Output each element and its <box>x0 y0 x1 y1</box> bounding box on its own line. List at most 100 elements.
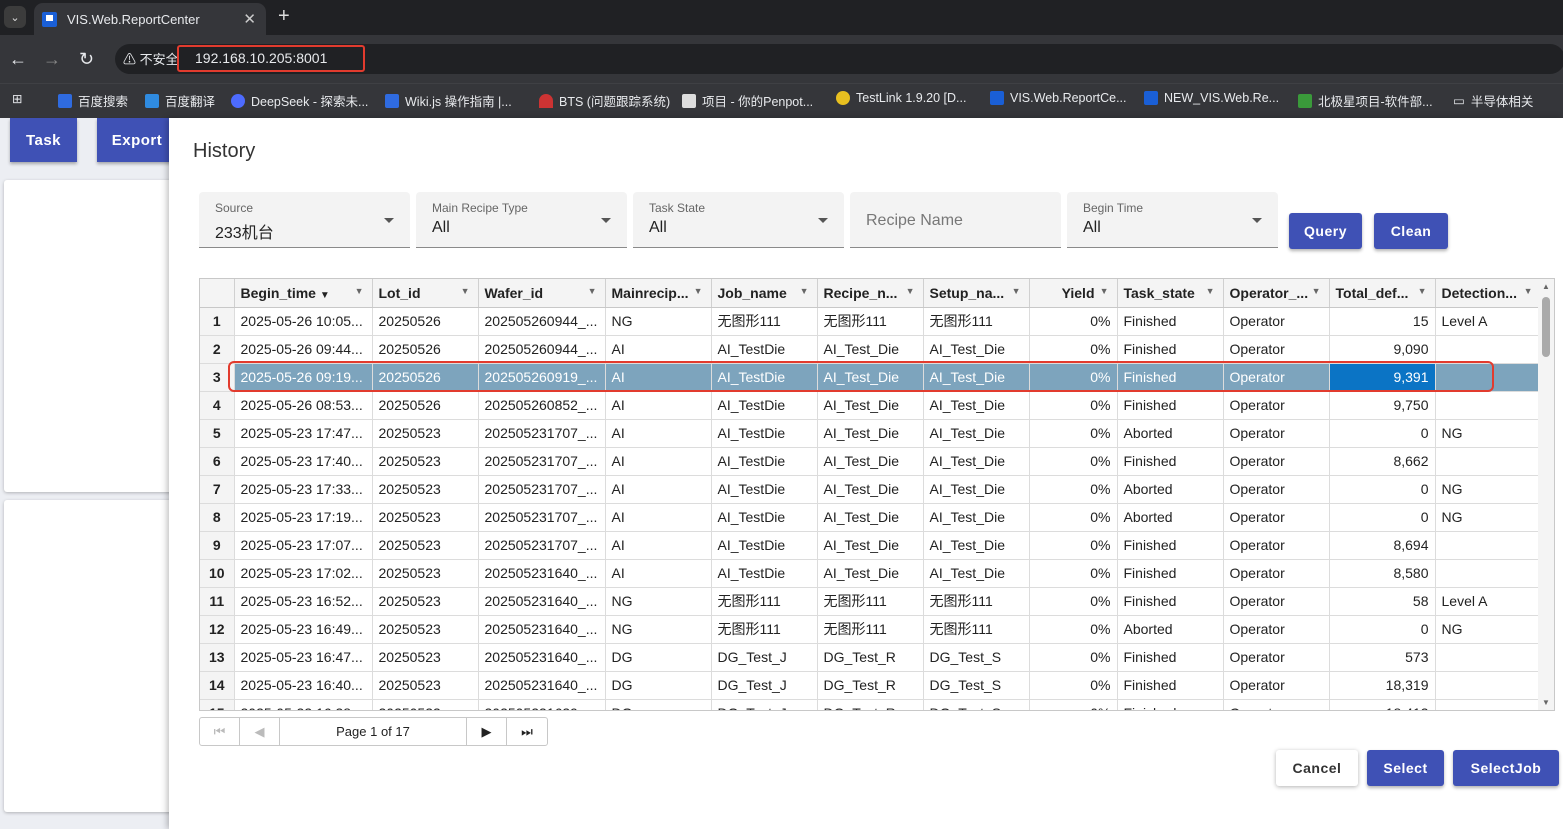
table-cell[interactable]: 202505231640_... <box>478 643 606 672</box>
table-cell[interactable]: AI_TestDie <box>711 363 818 392</box>
bookmark-item[interactable]: VIS.Web.ReportCe... <box>990 91 1127 105</box>
table-cell[interactable]: DG_Test_J <box>711 671 818 700</box>
table-cell[interactable]: 2025-05-26 08:53... <box>234 391 373 420</box>
table-cell[interactable]: AI_Test_Die <box>817 559 924 588</box>
table-cell[interactable]: 20250523 <box>372 587 479 616</box>
table-cell[interactable]: 2025-05-23 16:52... <box>234 587 373 616</box>
table-cell[interactable]: 8,662 <box>1329 447 1436 476</box>
table-cell[interactable]: Operator <box>1223 335 1330 364</box>
table-cell[interactable]: 18,413 <box>1329 699 1436 710</box>
table-cell[interactable]: DG_Test_S <box>923 671 1030 700</box>
table-cell[interactable]: AI <box>605 335 712 364</box>
table-row[interactable]: 9 2025-05-23 17:07... 20250523 202505231707… <box>200 531 1542 560</box>
bookmark-item[interactable]: 百度搜索 <box>58 91 128 110</box>
table-cell[interactable]: AI_Test_Die <box>923 531 1030 560</box>
next-page-icon[interactable]: ▶ <box>467 718 507 745</box>
table-cell[interactable]: 0% <box>1029 531 1118 560</box>
table-cell[interactable]: 0% <box>1029 559 1118 588</box>
table-cell[interactable]: Finished <box>1117 587 1224 616</box>
table-cell[interactable]: Operator <box>1223 643 1330 672</box>
table-cell[interactable]: 无图形111 <box>711 307 818 336</box>
table-cell[interactable]: AI_Test_Die <box>817 419 924 448</box>
table-row[interactable]: 1 2025-05-26 10:05... 20250526 202505260944… <box>200 307 1542 336</box>
table-cell[interactable] <box>1435 335 1542 364</box>
table-cell[interactable]: Finished <box>1117 643 1224 672</box>
table-cell[interactable]: AI_Test_Die <box>923 475 1030 504</box>
table-cell[interactable]: 202505231640_... <box>478 615 606 644</box>
table-cell[interactable]: Operator <box>1223 307 1330 336</box>
table-cell[interactable]: 无图形111 <box>923 615 1030 644</box>
column-header[interactable]: Setup_na... ▼ <box>923 279 1030 308</box>
column-header[interactable]: Lot_id ▼ <box>372 279 479 308</box>
table-cell[interactable]: 20250526 <box>372 391 479 420</box>
table-cell[interactable]: 2025-05-23 17:33... <box>234 475 373 504</box>
table-cell[interactable]: 18,319 <box>1329 671 1436 700</box>
filter-icon[interactable]: ▼ <box>355 286 364 296</box>
table-cell[interactable]: Operator <box>1223 559 1330 588</box>
reload-icon[interactable]: ↻ <box>79 49 94 70</box>
table-cell[interactable]: Level A <box>1435 587 1542 616</box>
table-cell[interactable]: 0% <box>1029 335 1118 364</box>
table-cell[interactable]: AI_TestDie <box>711 391 818 420</box>
cancel-button[interactable]: Cancel <box>1276 750 1358 786</box>
history-grid[interactable]: Begin_time ▼ ▼ Lot_id ▼ Wafer_id ▼ Mainreci… <box>199 278 1555 711</box>
export-button[interactable]: Export <box>97 118 177 162</box>
table-cell[interactable]: AI_Test_Die <box>817 447 924 476</box>
table-cell[interactable]: Operator <box>1223 699 1330 710</box>
table-cell[interactable]: AI <box>605 363 712 392</box>
table-cell[interactable]: 202505231707_... <box>478 419 606 448</box>
table-cell[interactable]: AI_Test_Die <box>923 391 1030 420</box>
table-cell[interactable]: 无图形111 <box>817 307 924 336</box>
table-cell[interactable]: DG <box>605 671 712 700</box>
table-cell[interactable]: 20250523 <box>372 419 479 448</box>
table-cell[interactable]: Aborted <box>1117 419 1224 448</box>
table-cell[interactable]: NG <box>605 615 712 644</box>
table-cell[interactable]: 9,391 <box>1329 363 1436 392</box>
table-cell[interactable]: 20250526 <box>372 335 479 364</box>
table-row[interactable]: 4 2025-05-26 08:53... 20250526 202505260852… <box>200 391 1542 420</box>
table-cell[interactable]: DG_Test_R <box>817 671 924 700</box>
table-cell[interactable]: Finished <box>1117 363 1224 392</box>
table-cell[interactable]: Operator <box>1223 531 1330 560</box>
table-cell[interactable]: Level A <box>1435 307 1542 336</box>
table-row[interactable]: 6 2025-05-23 17:40... 20250523 202505231707… <box>200 447 1542 476</box>
table-cell[interactable]: 0% <box>1029 615 1118 644</box>
table-cell[interactable]: Finished <box>1117 531 1224 560</box>
table-cell[interactable]: 8,580 <box>1329 559 1436 588</box>
column-header[interactable]: Wafer_id ▼ <box>478 279 606 308</box>
table-cell[interactable]: 202505231707_... <box>478 531 606 560</box>
not-secure-indicator[interactable]: ⚠ 不安全 <box>123 49 179 68</box>
table-cell[interactable]: Finished <box>1117 391 1224 420</box>
table-cell[interactable]: 0 <box>1329 615 1436 644</box>
table-cell[interactable]: AI_Test_Die <box>817 391 924 420</box>
table-cell[interactable] <box>1435 671 1542 700</box>
table-cell[interactable]: NG <box>605 307 712 336</box>
table-cell[interactable]: 58 <box>1329 587 1436 616</box>
table-cell[interactable]: 202505231640_... <box>478 559 606 588</box>
table-cell[interactable]: DG_Test_S <box>923 699 1030 710</box>
filter-icon[interactable]: ▼ <box>1012 286 1021 296</box>
scroll-up-icon[interactable]: ▲ <box>1542 282 1550 291</box>
table-cell[interactable]: AI_TestDie <box>711 531 818 560</box>
filter-icon[interactable]: ▼ <box>1206 286 1215 296</box>
table-cell[interactable]: 202505260919_... <box>478 363 606 392</box>
table-row[interactable]: 152025-05-23 16:38...2025052320250523163… <box>200 699 1542 710</box>
last-page-icon[interactable]: ⏭ <box>507 718 547 745</box>
table-cell[interactable]: 0% <box>1029 587 1118 616</box>
table-cell[interactable]: Operator <box>1223 587 1330 616</box>
filter-icon[interactable]: ▼ <box>694 286 703 296</box>
table-cell[interactable]: 20250523 <box>372 615 479 644</box>
clean-button[interactable]: Clean <box>1374 213 1448 249</box>
filter-icon[interactable]: ▼ <box>906 286 915 296</box>
table-cell[interactable]: AI_Test_Die <box>817 503 924 532</box>
browser-tab[interactable]: VIS.Web.ReportCenter ✕ <box>34 3 266 35</box>
table-cell[interactable]: 202505231640_... <box>478 587 606 616</box>
table-cell[interactable] <box>1435 391 1542 420</box>
table-cell[interactable]: Finished <box>1117 559 1224 588</box>
source-select[interactable]: Source 233机台 <box>199 192 410 248</box>
table-cell[interactable]: 202505231640_... <box>478 671 606 700</box>
table-cell[interactable]: Finished <box>1117 307 1224 336</box>
table-cell[interactable]: AI_TestDie <box>711 559 818 588</box>
table-cell[interactable]: AI_Test_Die <box>817 531 924 560</box>
table-cell[interactable]: 9,090 <box>1329 335 1436 364</box>
